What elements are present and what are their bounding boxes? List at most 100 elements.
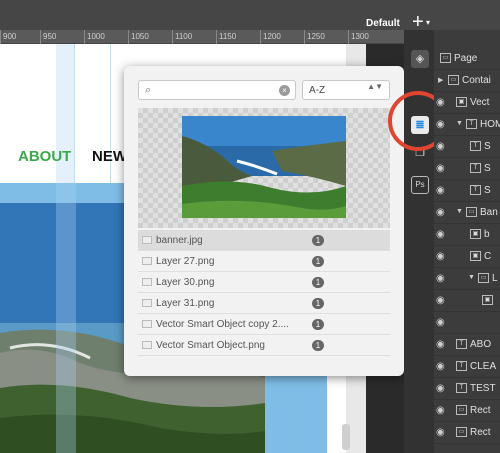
- asset-name: Vector Smart Object.png: [156, 340, 265, 351]
- ruler-tick: 1300: [351, 32, 369, 41]
- ruler-tick: 1000: [87, 32, 105, 41]
- visibility-eye-icon[interactable]: ◉: [436, 207, 445, 218]
- horizontal-ruler: 900 950 1000 1050 1100 1150 1200 1250 13…: [0, 30, 404, 44]
- image-icon: [142, 236, 152, 244]
- ruler-tick-line: [304, 30, 305, 44]
- text-layer-icon: T: [456, 361, 467, 371]
- layer-row[interactable]: ◉ ▣: [434, 290, 500, 312]
- text-layer-icon: T: [456, 339, 467, 349]
- nav-about-text[interactable]: ABOUT: [18, 148, 71, 165]
- scrollbar-thumb[interactable]: [342, 424, 350, 450]
- layer-row[interactable]: ◉ T CLEA: [434, 356, 500, 378]
- chevron-down-icon[interactable]: ▾: [426, 18, 430, 27]
- asset-row[interactable]: Layer 30.png 1: [138, 272, 390, 293]
- layer-row[interactable]: ◉ T S: [434, 158, 500, 180]
- visibility-eye-icon[interactable]: ◉: [436, 405, 445, 416]
- layer-label: L: [492, 273, 498, 284]
- asset-row[interactable]: banner.jpg 1: [138, 230, 390, 251]
- ruler-tick: 1250: [307, 32, 325, 41]
- text-layer-icon: T: [470, 163, 481, 173]
- layer-label: Contai: [462, 75, 491, 86]
- asset-row[interactable]: Vector Smart Object copy 2.... 1: [138, 314, 390, 335]
- layer-row[interactable]: ◉ T ABO: [434, 334, 500, 356]
- clear-search-icon[interactable]: ×: [279, 85, 290, 96]
- visibility-eye-icon[interactable]: ◉: [436, 317, 445, 328]
- usage-count-badge: 1: [312, 277, 324, 288]
- visibility-eye-icon[interactable]: ◉: [436, 427, 445, 438]
- visibility-eye-icon[interactable]: ◉: [436, 119, 445, 130]
- disclosure-triangle-icon[interactable]: ▼: [456, 120, 463, 127]
- image-icon: [142, 341, 152, 349]
- asset-preview: [138, 108, 390, 228]
- ruler-tick-line: [0, 30, 1, 44]
- layer-label: CLEA: [470, 361, 497, 372]
- asset-name: banner.jpg: [156, 235, 203, 246]
- layer-row[interactable]: ◉ ▣ C: [434, 246, 500, 268]
- layer-row[interactable]: ◉ ▼ ▭ Ban: [434, 202, 500, 224]
- photoshop-panel-icon[interactable]: Ps: [411, 176, 429, 194]
- layer-label: TEST: [470, 383, 496, 394]
- usage-count-badge: 1: [312, 298, 324, 309]
- asset-row[interactable]: Vector Smart Object.png 1: [138, 335, 390, 356]
- layer-label: Ban: [480, 207, 498, 218]
- layer-row[interactable]: ◉: [434, 312, 500, 334]
- usage-count-badge: 1: [312, 256, 324, 267]
- sort-dropdown[interactable]: A-Z ▲▼: [302, 80, 390, 100]
- asset-list: banner.jpg 1 Layer 27.png 1 Layer 30.png…: [138, 230, 390, 356]
- visibility-eye-icon[interactable]: ◉: [436, 383, 445, 394]
- image-icon: [142, 257, 152, 265]
- visibility-eye-icon[interactable]: ◉: [436, 273, 445, 284]
- asset-row[interactable]: Layer 27.png 1: [138, 251, 390, 272]
- layer-row[interactable]: ◉ ▼ T HOME: [434, 114, 500, 136]
- layer-label: b: [484, 229, 490, 240]
- visibility-eye-icon[interactable]: ◉: [436, 361, 445, 372]
- layer-row[interactable]: ◉ ▼ ▭ L: [434, 268, 500, 290]
- visibility-eye-icon[interactable]: ◉: [436, 185, 445, 196]
- ruler-tick-line: [84, 30, 85, 44]
- usage-count-badge: 1: [312, 340, 324, 351]
- visibility-eye-icon[interactable]: ◉: [436, 295, 445, 306]
- layer-row[interactable]: ◉ T TEST: [434, 378, 500, 400]
- visibility-eye-icon[interactable]: ◉: [436, 97, 445, 108]
- layers-panel-icon[interactable]: ◈: [411, 50, 429, 68]
- group-layer-icon: ▭: [478, 273, 489, 283]
- layer-row[interactable]: ▭ Page: [434, 48, 500, 70]
- rectangle-layer-icon: ▭: [456, 427, 467, 437]
- ruler-tick-line: [348, 30, 349, 44]
- visibility-eye-icon[interactable]: ◉: [436, 163, 445, 174]
- layer-row[interactable]: ▶ ▭ Contai: [434, 70, 500, 92]
- ruler-tick: 900: [3, 32, 17, 41]
- layer-row[interactable]: ◉ ▭ Rect: [434, 422, 500, 444]
- layer-row[interactable]: ◉ T S: [434, 136, 500, 158]
- visibility-eye-icon[interactable]: ◉: [436, 141, 445, 152]
- disclosure-triangle-icon[interactable]: ▼: [456, 208, 463, 215]
- search-field[interactable]: ⌕ ×: [138, 80, 296, 100]
- ruler-tick: 1200: [263, 32, 281, 41]
- ruler-tick-line: [216, 30, 217, 44]
- sort-stepper-icon: ▲▼: [367, 82, 383, 91]
- layers-panel: ▭ Page ▶ ▭ Contai ◉ ▣ Vect ◉ ▼ T HOME ◉ …: [434, 30, 500, 453]
- layer-row[interactable]: ◉ ▭ Rect: [434, 400, 500, 422]
- nav-news-text[interactable]: NEW: [92, 148, 127, 165]
- layer-row[interactable]: ◉ ▣ Vect: [434, 92, 500, 114]
- add-icon[interactable]: +: [412, 12, 424, 32]
- disclosure-triangle-icon[interactable]: ▶: [438, 76, 443, 84]
- asset-name: Layer 27.png: [156, 256, 215, 267]
- visibility-eye-icon[interactable]: ◉: [436, 229, 445, 240]
- page-icon: ▭: [440, 53, 451, 63]
- assets-popover: ⌕ × A-Z ▲▼ banner.jpg 1 Layer 27.png 1 L…: [124, 66, 404, 376]
- disclosure-triangle-icon[interactable]: ▼: [468, 274, 475, 281]
- layer-row[interactable]: ◉ ▣ b: [434, 224, 500, 246]
- visibility-eye-icon[interactable]: ◉: [436, 339, 445, 350]
- asset-name: Vector Smart Object copy 2....: [156, 319, 289, 330]
- image-layer-icon: ▣: [470, 251, 481, 261]
- image-layer-icon: ▣: [470, 229, 481, 239]
- layer-label: HOME: [480, 119, 500, 130]
- visibility-eye-icon[interactable]: ◉: [436, 251, 445, 262]
- layer-label: ABO: [470, 339, 492, 350]
- ruler-tick: 1100: [175, 32, 193, 41]
- asset-row[interactable]: Layer 31.png 1: [138, 293, 390, 314]
- text-layer-icon: T: [456, 383, 467, 393]
- layer-row[interactable]: ◉ T S: [434, 180, 500, 202]
- workspace-label[interactable]: Default: [366, 18, 400, 29]
